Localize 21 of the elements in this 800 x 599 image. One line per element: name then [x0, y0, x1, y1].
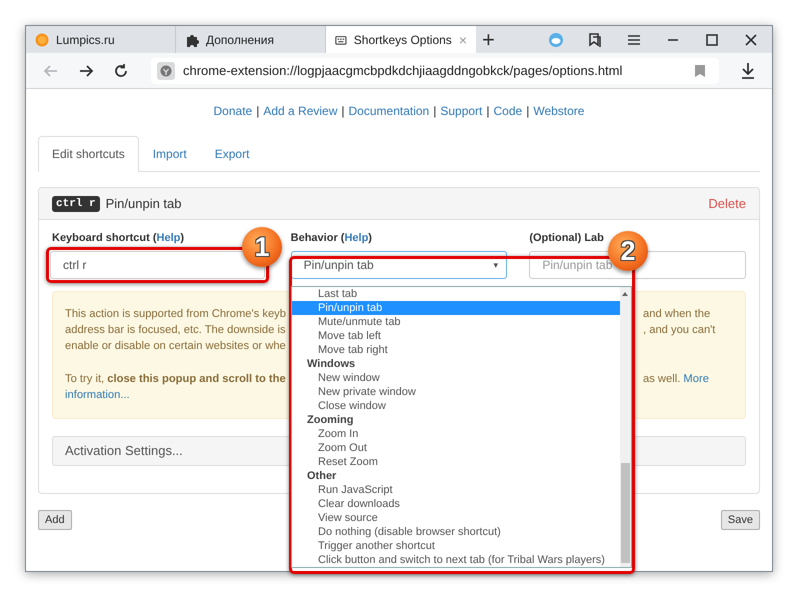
- separator: |: [526, 104, 530, 118]
- field-label: (Optional) Lab: [529, 232, 604, 244]
- alert-text: and when the: [643, 308, 710, 320]
- alert-text: This action is supported from Chrome's keyb: [65, 308, 286, 320]
- alert-text: address bar is focused, etc. The downside is: [65, 324, 286, 336]
- separator: |: [433, 104, 436, 118]
- shortcut-keys: ctrl r: [52, 196, 100, 212]
- separator: |: [341, 104, 345, 118]
- alert-text: To try it, close this popup and scroll to the: [65, 373, 286, 385]
- option-group-label: Other: [306, 469, 338, 483]
- alert-text: as well. More: [643, 373, 709, 385]
- separator: |: [486, 104, 490, 118]
- alert-text: enable or disable on certain websites or whe: [65, 340, 286, 352]
- alert-text: , and you can't: [643, 324, 716, 336]
- step-number-badge: 1: [242, 227, 282, 267]
- field-label: Keyboard shortcut (Help): [52, 232, 184, 244]
- separator: |: [256, 104, 260, 118]
- option-group-label: Zooming: [306, 413, 354, 427]
- panel-title: Pin/unpin tab: [106, 196, 182, 211]
- field-label: Behavior (Help): [290, 232, 372, 244]
- option-group-label: Windows: [306, 357, 356, 371]
